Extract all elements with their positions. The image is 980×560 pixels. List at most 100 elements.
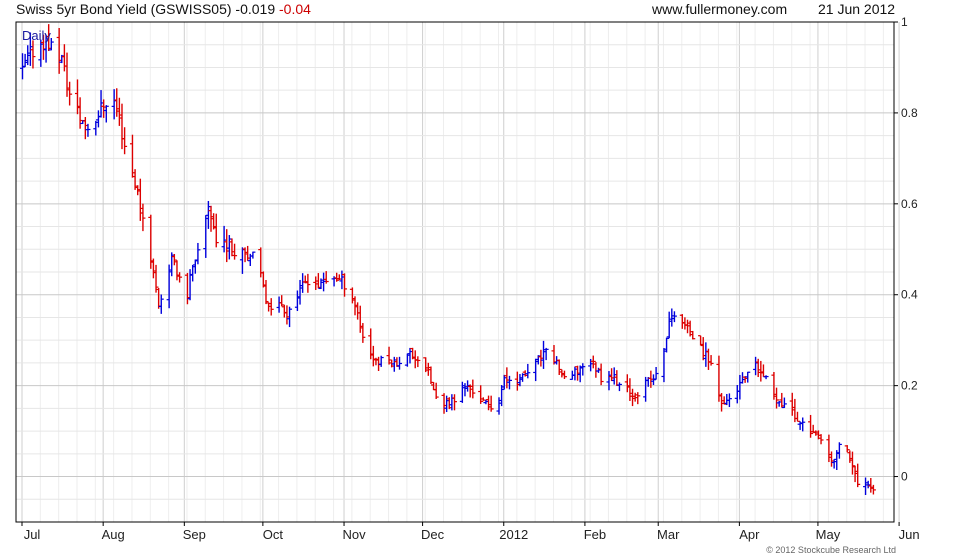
ohlc-bar xyxy=(334,272,340,282)
ohlc-bar xyxy=(705,348,711,370)
ohlc-bar xyxy=(606,371,612,391)
ohlc-bar xyxy=(459,381,465,403)
ohlc-bar xyxy=(150,258,156,279)
x-tick-label: May xyxy=(816,527,841,542)
ohlc-bar xyxy=(297,279,303,305)
ohlc-bar xyxy=(590,355,596,369)
y-tick-label: 0.2 xyxy=(901,379,918,393)
ohlc-bar xyxy=(758,360,764,382)
ohlc-bar xyxy=(596,367,601,373)
ohlc-bar xyxy=(221,225,227,253)
ohlc-bar xyxy=(478,385,484,404)
ohlc-bar xyxy=(863,477,869,495)
ohlc-bar xyxy=(737,374,743,400)
ohlc-bar xyxy=(101,99,107,118)
ohlc-bar xyxy=(763,375,769,380)
x-tick-label: Dec xyxy=(421,527,445,542)
ohlc-bar xyxy=(614,370,620,387)
ohlc-bar xyxy=(808,414,814,438)
y-axis: 0 0.2 0.4 0.6 0.8 1 xyxy=(894,15,918,484)
x-tick-label: Jun xyxy=(899,527,920,542)
ohlc-bar xyxy=(745,371,751,383)
ohlc-bar xyxy=(93,120,99,136)
ohlc-bar xyxy=(726,393,732,408)
ohlc-bar xyxy=(624,374,630,393)
ohlc-bar xyxy=(135,185,141,196)
ohlc-bar xyxy=(826,434,832,463)
ohlc-bar xyxy=(632,392,638,402)
ohlc-bar xyxy=(520,373,526,382)
ohlc-bar xyxy=(281,304,287,318)
ohlc-bar xyxy=(630,388,636,407)
ohlc-bar xyxy=(724,393,730,406)
ohlc-bar xyxy=(501,374,507,390)
ohlc-bar xyxy=(870,484,876,495)
ohlc-bar xyxy=(446,397,452,410)
ohlc-bar xyxy=(423,357,429,373)
ohlc-bar xyxy=(616,382,622,392)
ohlc-bar xyxy=(818,434,824,445)
ohlc-bar xyxy=(315,273,321,289)
ohlc-bar xyxy=(593,362,599,378)
ohlc-bar xyxy=(111,89,117,120)
ohlc-bar xyxy=(378,355,384,367)
ohlc-bar xyxy=(753,356,759,376)
ohlc-bar xyxy=(103,105,109,123)
y-tick-label: 1 xyxy=(901,15,908,29)
ohlc-bar xyxy=(708,355,714,366)
x-tick-label: Apr xyxy=(739,527,760,542)
ohlc-bar xyxy=(169,252,175,277)
x-tick-label: Sep xyxy=(183,527,206,542)
y-tick-label: 0 xyxy=(901,470,908,484)
ohlc-bar xyxy=(153,264,159,293)
ohlc-bar xyxy=(506,375,512,390)
ohlc-bar xyxy=(779,392,785,408)
x-axis: Jul Aug Sep Oct Nov Dec 2012 Feb Mar Apr May Jun xyxy=(21,522,920,542)
ohlc-bar xyxy=(305,273,311,293)
ohlc-bar xyxy=(480,397,486,401)
ohlc-bar xyxy=(679,314,685,329)
ohlc-bar xyxy=(229,238,235,257)
ohlc-bar xyxy=(407,347,413,364)
interval-label: Daily xyxy=(22,28,51,43)
ohlc-bar xyxy=(794,411,800,422)
ohlc-bar xyxy=(687,320,693,337)
ohlc-bar xyxy=(627,378,633,401)
ohlc-bar xyxy=(279,295,285,307)
ohlc-bar xyxy=(666,311,672,339)
ohlc-bar xyxy=(525,363,531,379)
ohlc-bar xyxy=(174,260,180,281)
ohlc-bar xyxy=(224,229,230,263)
ohlc-bar xyxy=(852,465,858,483)
x-tick-label: Mar xyxy=(657,527,680,542)
ohlc-bar xyxy=(184,272,190,305)
ohlc-bar xyxy=(263,280,269,305)
ohlc-bar xyxy=(488,395,494,412)
ohlc-bar xyxy=(336,274,342,280)
ohlc-bar xyxy=(156,288,162,309)
ohlc-bar xyxy=(122,127,128,155)
ohlc-bar xyxy=(855,463,861,488)
ohlc-bar xyxy=(776,401,782,407)
ohlc-bar xyxy=(774,387,780,409)
ohlc-bar xyxy=(538,349,544,367)
ohlc-bar xyxy=(203,215,209,258)
ohlc-bar xyxy=(847,450,853,463)
x-tick-label: Nov xyxy=(342,527,366,542)
ohlc-bar xyxy=(208,205,214,232)
ohlc-bar xyxy=(572,366,578,381)
ohlc-bar xyxy=(116,97,122,126)
x-tick-label: Jul xyxy=(24,527,41,542)
ohlc-bars xyxy=(20,24,876,495)
y-tick-label: 0.4 xyxy=(901,288,918,302)
x-tick-label: 2012 xyxy=(499,527,528,542)
ohlc-bar xyxy=(760,364,766,378)
horizontal-grid xyxy=(16,21,894,500)
copyright-notice: © 2012 Stockcube Research Ltd xyxy=(766,545,896,555)
ohlc-bar xyxy=(661,348,667,383)
ohlc-bar xyxy=(137,178,143,221)
ohlc-bar xyxy=(190,264,196,282)
ohlc-bar xyxy=(276,296,282,313)
ohlc-bar xyxy=(496,397,502,415)
ohlc-bar xyxy=(187,269,193,301)
